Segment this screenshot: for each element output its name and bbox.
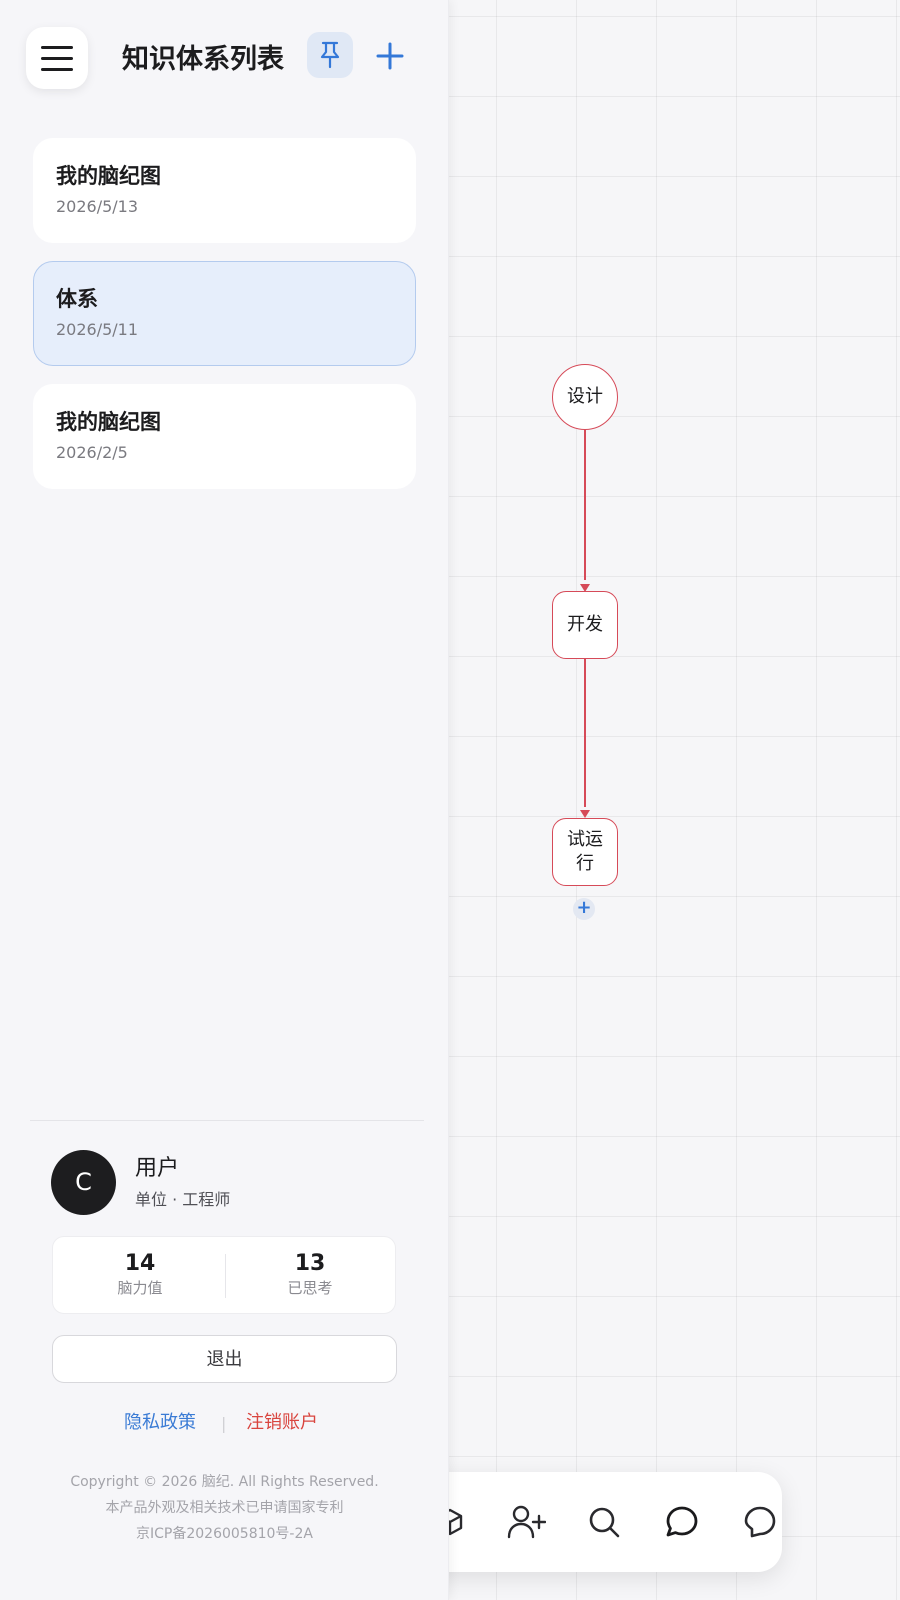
user-name: 用户 [135, 1156, 180, 1181]
patent-notice: 本产品外观及相关技术已申请国家专利 [105, 1500, 344, 1516]
menu-icon-line [41, 56, 73, 60]
mindmap-edge [584, 659, 586, 807]
list-item-date: 2026/5/11 [56, 320, 139, 339]
stat-value: 13 [294, 1251, 326, 1276]
knowledge-list: 我的脑纪图 2026/5/13 体系 2026/5/11 我的脑纪图 2026/… [33, 138, 416, 507]
sidebar-title: 知识体系列表 [122, 44, 284, 75]
mindmap-node-design[interactable]: 设计 [552, 364, 618, 430]
list-item[interactable]: 我的脑纪图 2026/2/5 [33, 384, 416, 489]
menu-icon-line [41, 45, 73, 49]
divider [30, 1120, 424, 1121]
node-label: 开发 [567, 614, 603, 635]
node-label: 设计 [567, 386, 603, 407]
cancel-account-link[interactable]: 注销账户 [246, 1410, 318, 1436]
hamburger-menu-button[interactable] [26, 27, 88, 89]
add-user-icon[interactable] [504, 1500, 548, 1544]
bottom-toolbar [400, 1472, 782, 1572]
mindmap-node-trial-run[interactable]: 试运 行 [552, 818, 618, 886]
mindmap-node-develop[interactable]: 开发 [552, 591, 618, 659]
list-item-title: 我的脑纪图 [56, 164, 161, 188]
list-item-date: 2026/5/13 [56, 197, 139, 216]
link-separator: | [221, 1414, 227, 1433]
sidebar: 知识体系列表 我的脑纪图 2026/5/13 体系 2026/5/11 我的脑纪… [0, 0, 449, 1600]
icp-number: 京ICP备2026005810号-2A [136, 1526, 313, 1542]
user-stats: 14 脑力值 13 已思考 [52, 1236, 396, 1314]
node-label: 试运 行 [567, 829, 603, 874]
stat-label: 已思考 [287, 1279, 333, 1297]
mindmap-edge [584, 430, 586, 580]
privacy-policy-link[interactable]: 隐私政策 [124, 1410, 196, 1436]
stat-label: 脑力值 [117, 1279, 163, 1297]
edge-arrow-icon [580, 810, 590, 818]
user-meta: 单位 · 工程师 [135, 1190, 231, 1209]
stat-value: 14 [124, 1251, 156, 1276]
copyright-text: Copyright © 2026 脑纪. All Rights Reserved… [70, 1474, 379, 1490]
plus-icon [376, 42, 404, 70]
pin-icon [320, 41, 340, 69]
add-knowledge-button[interactable] [370, 36, 410, 76]
chat-icon[interactable] [660, 1500, 704, 1544]
pin-button[interactable] [307, 32, 353, 78]
footer: Copyright © 2026 脑纪. All Rights Reserved… [30, 1469, 419, 1547]
stat-thought: 13 已思考 [225, 1251, 395, 1299]
stat-brainpower: 14 脑力值 [55, 1251, 225, 1299]
avatar[interactable]: C [51, 1150, 116, 1215]
search-icon[interactable] [582, 1500, 626, 1544]
list-item-selected[interactable]: 体系 2026/5/11 [33, 261, 416, 366]
add-child-node-button[interactable]: + [573, 898, 595, 920]
list-item[interactable]: 我的脑纪图 2026/5/13 [33, 138, 416, 243]
list-item-date: 2026/2/5 [56, 443, 128, 462]
logout-button[interactable]: 退出 [52, 1335, 397, 1383]
account-links: 隐私政策 | 注销账户 [0, 1410, 449, 1436]
menu-icon-line [41, 67, 73, 71]
list-item-title: 体系 [56, 287, 98, 311]
feedback-icon[interactable] [738, 1500, 782, 1544]
list-item-title: 我的脑纪图 [56, 410, 161, 434]
